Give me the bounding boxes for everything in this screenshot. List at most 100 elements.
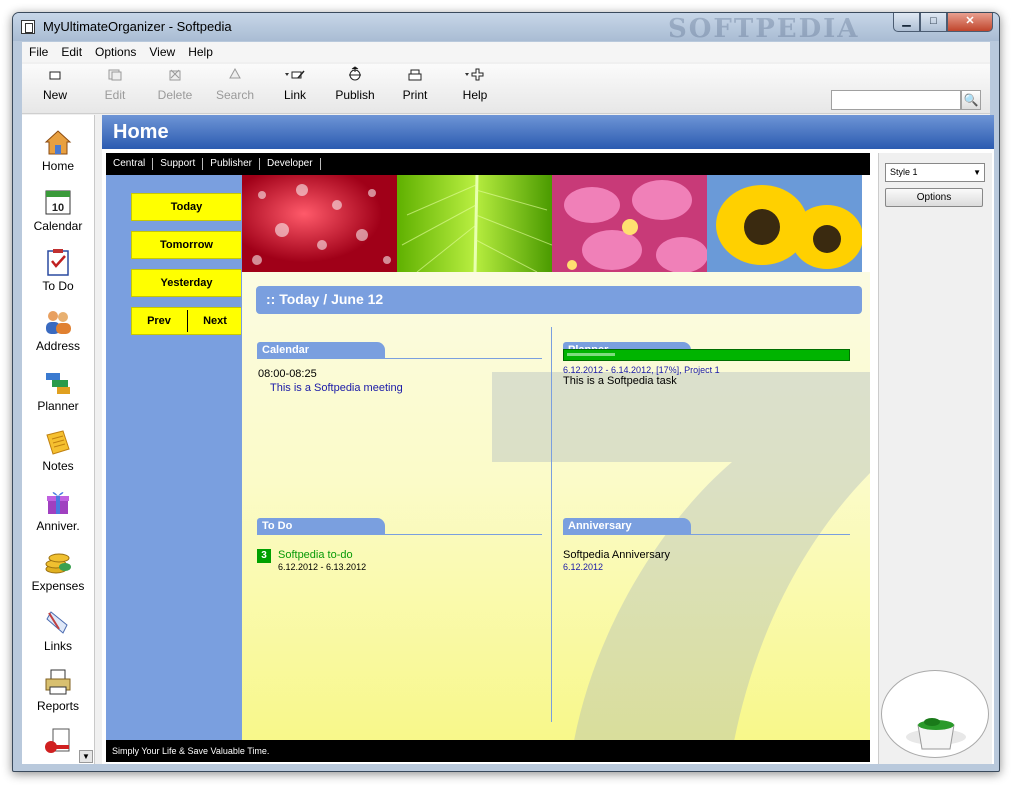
style-dropdown[interactable]: Style 1 ▼ [885, 163, 985, 182]
left-navigation: Home 10 Calendar To Do Address Planner N… [22, 115, 95, 764]
day-navigation-column: Today Tomorrow Yesterday Prev Next [106, 175, 242, 740]
link-button[interactable]: Link [267, 66, 323, 110]
search-button[interactable]: Search [207, 66, 263, 110]
nav-reports[interactable]: Reports [22, 661, 94, 721]
close-button[interactable]: ✕ [947, 13, 993, 32]
nav-scroll-down-button[interactable]: ▼ [79, 750, 93, 763]
anniversary-date: 6.12.2012 [563, 562, 604, 572]
toolbar: New Edit Delete Search Link Publish Prin… [22, 64, 990, 114]
yesterday-button[interactable]: Yesterday [131, 269, 241, 297]
menu-options[interactable]: Options [88, 42, 142, 62]
todo-underline [257, 534, 542, 535]
home-header: Home [102, 115, 994, 149]
maximize-button[interactable]: □ [920, 13, 947, 32]
publish-icon [327, 66, 383, 88]
anniversary-section-title[interactable]: Anniversary [563, 518, 691, 535]
style-dropdown-value: Style 1 [890, 167, 918, 177]
nav-expenses-label: Expenses [31, 579, 85, 593]
nav-anniversary[interactable]: Anniver. [22, 481, 94, 541]
password-key-icon [45, 728, 70, 753]
notes-icon [46, 430, 70, 455]
anniversary-item[interactable]: Softpedia Anniversary [563, 549, 670, 561]
chevron-down-icon: ▼ [973, 168, 981, 177]
edit-icon [87, 66, 143, 88]
nav-address-label: Address [35, 339, 81, 353]
softpedia-watermark: SOFTPEDIA [668, 14, 860, 44]
today-button[interactable]: Today [131, 193, 241, 221]
menu-help[interactable]: Help [181, 42, 219, 62]
planner-icon [46, 373, 70, 394]
page-title: Home [113, 121, 169, 143]
calendar-underline [257, 358, 542, 359]
edit-button-label: Edit [104, 88, 126, 102]
gift-icon [47, 492, 69, 514]
pink-flowers-image [552, 175, 707, 272]
publish-button-label: Publish [335, 88, 375, 102]
options-button[interactable]: Options [885, 188, 983, 207]
menu-view[interactable]: View [142, 42, 181, 62]
calendar-icon: 10 [45, 190, 71, 215]
link-publisher[interactable]: Publisher [203, 158, 260, 170]
planner-progress-bar [563, 349, 850, 361]
planner-task-dates[interactable]: 6.12.2012 - 6.14.2012, [17%], Project 1 [563, 365, 720, 375]
nav-planner[interactable]: Planner [22, 361, 94, 421]
link-support[interactable]: Support [153, 158, 204, 170]
home-content: Central Support Publisher Developer Toda… [106, 153, 870, 762]
todo-item-link[interactable]: Softpedia to-do [278, 549, 353, 561]
client-area: File Edit Options View Help New Edit Del… [22, 42, 994, 764]
minimize-button[interactable]: ▁ [893, 13, 920, 32]
publish-button[interactable]: Publish [327, 66, 383, 110]
nav-address[interactable]: Address [22, 301, 94, 361]
anniversary-underline [563, 534, 850, 535]
search-go-button[interactable]: 🔍 [961, 90, 981, 110]
nav-todo-label: To Do [42, 279, 74, 293]
planner-progress-fill [567, 353, 616, 356]
footer-slogan: Simply Your Life & Save Valuable Time. [106, 740, 870, 762]
today-heading-bar: :: Today / June 12 [256, 286, 862, 314]
nav-expenses[interactable]: Expenses [22, 541, 94, 601]
calendar-event-link[interactable]: This is a Softpedia meeting [270, 382, 403, 394]
plant-pot-icon [906, 718, 966, 750]
links-icon [46, 611, 68, 634]
menu-bar: File Edit Options View Help [22, 42, 990, 62]
link-central[interactable]: Central [106, 158, 154, 170]
link-icon [267, 66, 323, 88]
today-panel: :: Today / June 12 Calendar 08:00-08:25 … [242, 272, 870, 740]
search-input[interactable] [831, 90, 961, 110]
nav-notes[interactable]: Notes [22, 421, 94, 481]
nav-home[interactable]: Home [22, 121, 94, 181]
svg-text:10: 10 [52, 202, 64, 214]
column-divider [551, 327, 552, 722]
app-window: MyUltimateOrganizer - Softpedia SOFTPEDI… [12, 12, 1000, 772]
sunflower-image [707, 175, 862, 272]
menu-edit[interactable]: Edit [54, 42, 88, 62]
print-button[interactable]: Print [387, 66, 443, 110]
home-icon [44, 130, 72, 155]
link-developer[interactable]: Developer [260, 158, 321, 170]
prev-button[interactable]: Prev [132, 308, 186, 334]
help-button[interactable]: Help [447, 66, 503, 110]
nav-links[interactable]: Links [22, 601, 94, 661]
new-button[interactable]: New [27, 66, 83, 110]
red-leaf-droplets-image [242, 175, 397, 272]
green-leaf-image [397, 175, 552, 272]
nav-calendar[interactable]: 10 Calendar [22, 181, 94, 241]
todo-section-title[interactable]: To Do [257, 518, 385, 535]
title-bar[interactable]: MyUltimateOrganizer - Softpedia SOFTPEDI… [13, 13, 999, 44]
nav-home-label: Home [41, 159, 74, 173]
right-panel: Style 1 ▼ Options [878, 153, 992, 764]
print-icon [387, 66, 443, 88]
tomorrow-button[interactable]: Tomorrow [131, 231, 241, 259]
nav-todo[interactable]: To Do [22, 241, 94, 301]
calendar-event-time: 08:00-08:25 [258, 368, 317, 380]
next-button[interactable]: Next [188, 308, 242, 334]
new-button-label: New [42, 88, 67, 102]
edit-button[interactable]: Edit [87, 66, 143, 110]
calendar-section-title[interactable]: Calendar [257, 342, 385, 359]
menu-file[interactable]: File [22, 42, 54, 62]
nav-links-label: Links [43, 639, 72, 653]
delete-button[interactable]: Delete [147, 66, 203, 110]
plant-pot-widget [881, 670, 989, 758]
help-icon [447, 66, 503, 88]
coins-icon [45, 553, 71, 574]
